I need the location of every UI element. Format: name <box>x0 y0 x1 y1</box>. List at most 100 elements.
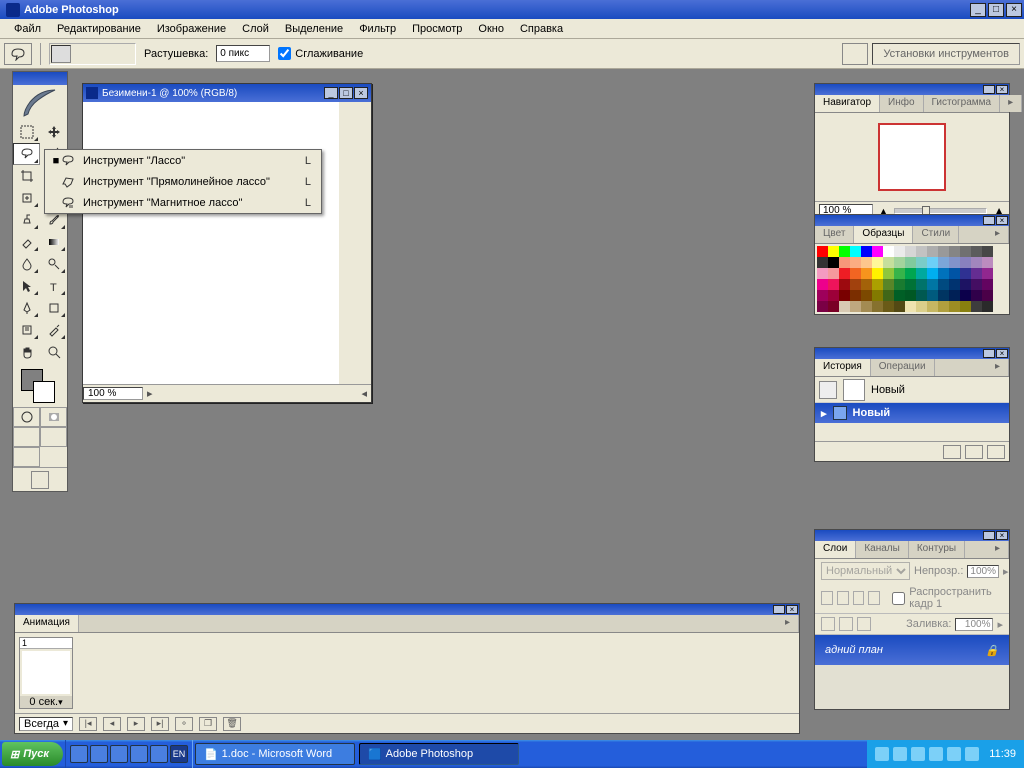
unify-style[interactable] <box>857 617 871 631</box>
swatch[interactable] <box>894 301 905 312</box>
start-button[interactable]: ⊞ Пуск <box>2 742 63 766</box>
tab-histogram[interactable]: Гистограмма <box>924 95 1001 112</box>
selection-intersect[interactable] <box>114 45 134 63</box>
spread-checkbox[interactable] <box>892 592 905 605</box>
panel-close[interactable]: × <box>786 605 798 614</box>
swatch[interactable] <box>839 257 850 268</box>
swatch[interactable] <box>828 268 839 279</box>
delete-state[interactable] <box>987 445 1005 459</box>
swatch[interactable] <box>960 301 971 312</box>
swatch[interactable] <box>883 257 894 268</box>
swatch[interactable] <box>938 268 949 279</box>
frame-duration[interactable]: 0 сек.▾ <box>20 696 72 708</box>
menu-view[interactable]: Просмотр <box>404 21 470 37</box>
swatch[interactable] <box>971 268 982 279</box>
swatch[interactable] <box>971 301 982 312</box>
swatch[interactable] <box>850 301 861 312</box>
current-tool-icon[interactable] <box>4 43 32 65</box>
swatch[interactable] <box>828 301 839 312</box>
loop-select[interactable]: Всегда ▾ <box>19 717 73 731</box>
panel-menu[interactable]: ▸ <box>987 226 1009 243</box>
opacity-value[interactable]: 100% <box>967 565 999 578</box>
lasso-tool[interactable] <box>13 143 40 165</box>
panel-min[interactable]: _ <box>773 605 785 614</box>
history-brush-icon[interactable] <box>819 381 837 399</box>
toolbox[interactable]: T <box>12 71 68 492</box>
hand-tool[interactable] <box>13 341 40 363</box>
swatch[interactable] <box>883 279 894 290</box>
eyedropper-tool[interactable] <box>40 319 67 341</box>
swatch[interactable] <box>839 268 850 279</box>
swatch[interactable] <box>916 268 927 279</box>
swatch[interactable] <box>861 301 872 312</box>
swatch[interactable] <box>839 279 850 290</box>
blur-tool[interactable] <box>13 253 40 275</box>
prev-frame[interactable]: ◂ <box>103 717 121 731</box>
swatch[interactable] <box>828 290 839 301</box>
flyout-magnetic-lasso[interactable]: Инструмент "Магнитное лассо" L <box>45 192 321 213</box>
tool-presets-well[interactable]: Установки инструментов <box>872 43 1020 65</box>
panel-menu[interactable]: ▸ <box>1000 95 1022 112</box>
swatch[interactable] <box>949 279 960 290</box>
swatch-grid[interactable] <box>817 246 1007 312</box>
swatch[interactable] <box>949 246 960 257</box>
clock[interactable]: 11:39 <box>983 748 1016 760</box>
doc-scroll-left[interactable]: ◂ <box>357 387 371 400</box>
swatch[interactable] <box>960 279 971 290</box>
ql-ie[interactable] <box>90 745 108 763</box>
panel-min[interactable]: _ <box>983 531 995 540</box>
antialias-checkbox[interactable]: Сглаживание <box>278 47 363 60</box>
swatch[interactable] <box>861 257 872 268</box>
tab-color[interactable]: Цвет <box>815 226 854 243</box>
swatch[interactable] <box>850 279 861 290</box>
swatch[interactable] <box>872 290 883 301</box>
ql-desktop[interactable] <box>70 745 88 763</box>
lock-all[interactable] <box>868 591 880 605</box>
swatch[interactable] <box>817 246 828 257</box>
swatch[interactable] <box>872 257 883 268</box>
duplicate-frame[interactable]: ❐ <box>199 717 217 731</box>
menu-layer[interactable]: Слой <box>234 21 277 37</box>
swatch[interactable] <box>883 290 894 301</box>
first-frame[interactable]: |◂ <box>79 717 97 731</box>
swatch[interactable] <box>927 268 938 279</box>
background-color[interactable] <box>33 381 55 403</box>
swatch[interactable] <box>839 246 850 257</box>
selection-subtract[interactable] <box>93 45 113 63</box>
color-picker[interactable] <box>13 363 67 407</box>
swatch[interactable] <box>916 290 927 301</box>
notes-tool[interactable] <box>13 319 40 341</box>
unify-visibility[interactable] <box>839 617 853 631</box>
swatch[interactable] <box>817 268 828 279</box>
quickmask-mode[interactable] <box>40 407 67 427</box>
layer-background[interactable]: адний план 🔒 <box>815 635 1009 665</box>
ql-app1[interactable] <box>110 745 128 763</box>
swatch[interactable] <box>916 246 927 257</box>
clone-stamp-tool[interactable] <box>13 209 40 231</box>
swatch[interactable] <box>905 268 916 279</box>
zoom-tool[interactable] <box>40 341 67 363</box>
swatch[interactable] <box>850 257 861 268</box>
new-snapshot[interactable] <box>965 445 983 459</box>
swatch[interactable] <box>938 301 949 312</box>
panel-menu[interactable]: ▸ <box>987 359 1009 376</box>
swatch[interactable] <box>971 279 982 290</box>
swatch[interactable] <box>894 290 905 301</box>
swatch[interactable] <box>949 257 960 268</box>
animation-frame-1[interactable]: 1 0 сек.▾ <box>19 637 73 709</box>
swatch[interactable] <box>861 290 872 301</box>
swatch[interactable] <box>850 268 861 279</box>
swatch[interactable] <box>872 301 883 312</box>
swatch[interactable] <box>938 257 949 268</box>
swatch[interactable] <box>949 290 960 301</box>
swatch[interactable] <box>872 268 883 279</box>
antialias-check[interactable] <box>278 47 291 60</box>
eraser-tool[interactable] <box>13 231 40 253</box>
panel-close[interactable]: × <box>996 216 1008 225</box>
type-tool[interactable]: T <box>40 275 67 297</box>
history-snapshot[interactable]: Новый <box>815 377 1009 403</box>
menu-file[interactable]: Файл <box>6 21 49 37</box>
screen-standard[interactable] <box>13 427 40 447</box>
swatch[interactable] <box>872 279 883 290</box>
menu-image[interactable]: Изображение <box>149 21 234 37</box>
